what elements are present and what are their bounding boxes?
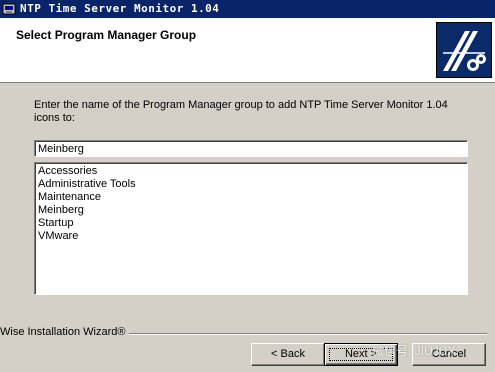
- list-item[interactable]: Startup: [38, 217, 464, 230]
- list-item[interactable]: Maintenance: [38, 191, 464, 204]
- instruction-text: Enter the name of the Program Manager gr…: [34, 99, 448, 124]
- title-bar[interactable]: NTP Time Server Monitor 1.04: [0, 0, 495, 18]
- installer-icon: [2, 3, 16, 15]
- wizard-footer-group: Wise Installation Wizard®: [0, 326, 487, 339]
- footer-group-label: Wise Installation Wizard®: [0, 326, 130, 339]
- wizard-header: Select Program Manager Group: [0, 18, 495, 83]
- back-button[interactable]: < Back: [251, 343, 325, 366]
- list-item[interactable]: VMware: [38, 230, 464, 243]
- group-name-input[interactable]: [34, 140, 468, 157]
- watermark-text: 微信号: JIUJUX: [372, 344, 456, 358]
- page-title: Select Program Manager Group: [16, 28, 197, 42]
- wizard-logo-icon: [436, 22, 492, 78]
- back-button-label: < Back: [271, 348, 305, 360]
- list-item[interactable]: Meinberg: [38, 204, 464, 217]
- group-list[interactable]: Accessories Administrative Tools Mainten…: [34, 162, 468, 295]
- list-item[interactable]: Accessories: [38, 165, 464, 178]
- window-title: NTP Time Server Monitor 1.04: [20, 2, 220, 15]
- list-item[interactable]: Administrative Tools: [38, 178, 464, 191]
